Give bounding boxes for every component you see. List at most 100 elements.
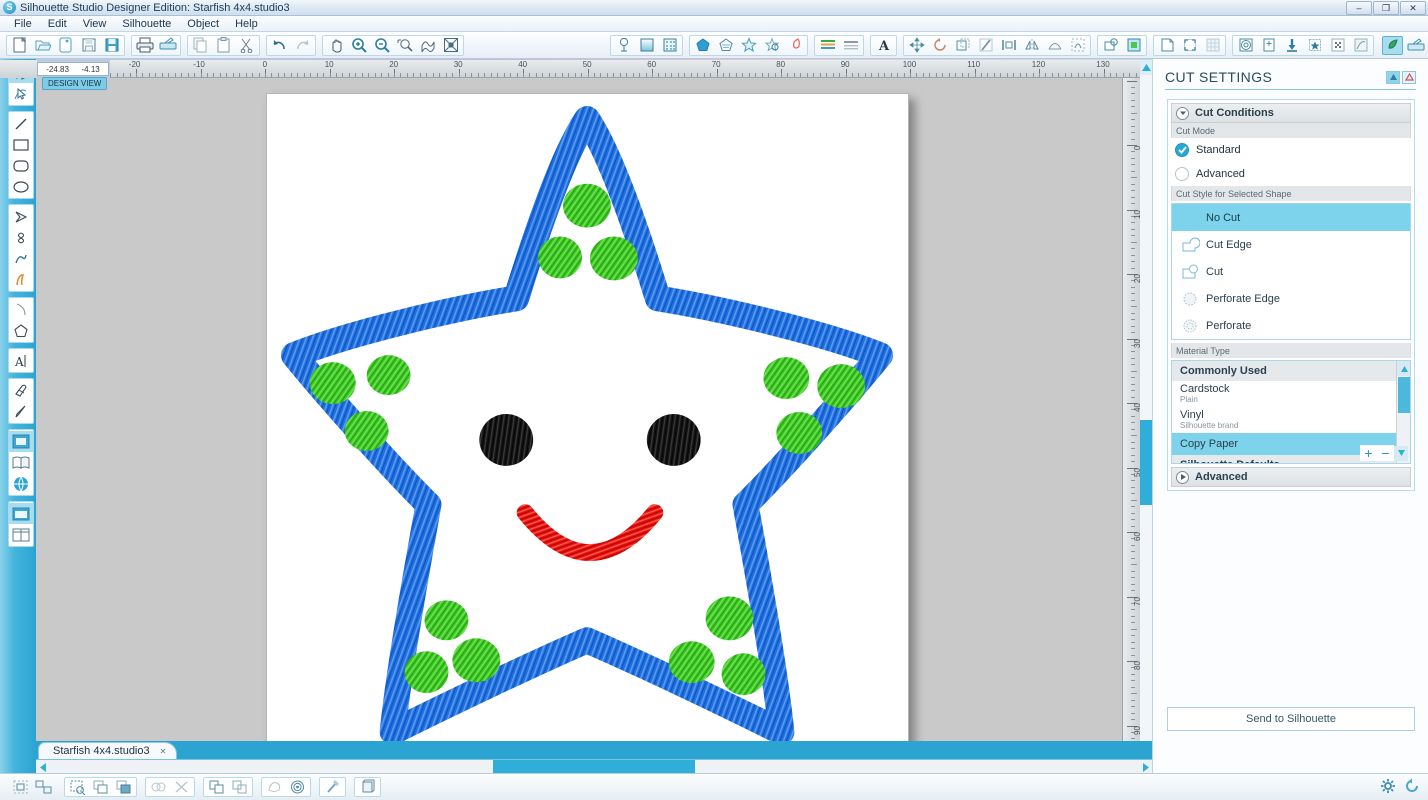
warning-triangle-icon[interactable] xyxy=(1402,70,1416,84)
send-backward-button[interactable] xyxy=(90,778,111,796)
fill-pattern-button[interactable] xyxy=(738,36,759,55)
design-view-button[interactable] xyxy=(9,503,33,524)
document-tab[interactable]: Starfish 4x4.studio3 ✕ xyxy=(38,742,178,759)
select-all-button[interactable] xyxy=(67,778,88,796)
eraser-tool[interactable] xyxy=(9,380,33,401)
store-button[interactable] xyxy=(1304,36,1325,55)
hscroll-right-arrow[interactable] xyxy=(1138,760,1152,774)
rhinestone-button[interactable] xyxy=(1327,36,1348,55)
scale-button[interactable] xyxy=(952,36,973,55)
rectangle-tool[interactable] xyxy=(9,134,33,155)
material-scroll-thumb[interactable] xyxy=(1398,377,1410,413)
material-scroll-down[interactable] xyxy=(1394,445,1408,461)
horizontal-ruler[interactable]: -20 -10 0 10 20 30 40 50 60 70 80 90 100 110 120 130 xyxy=(110,60,1140,78)
cut-style-cut[interactable]: Cut xyxy=(1172,258,1410,285)
material-vinyl[interactable]: Vinyl Silhouette brand xyxy=(1172,407,1410,433)
mirror-button[interactable] xyxy=(1021,36,1042,55)
design-page[interactable] xyxy=(266,93,909,745)
registration-marks-button[interactable] xyxy=(1179,36,1200,55)
zoom-selection-button[interactable] xyxy=(394,36,415,55)
line-spacing-button[interactable] xyxy=(840,36,861,55)
weld-button[interactable] xyxy=(148,778,169,796)
page-tool-button[interactable] xyxy=(1156,36,1177,55)
send-panel-button[interactable] xyxy=(1405,36,1426,55)
intersect-button[interactable] xyxy=(229,778,250,796)
menu-help[interactable]: Help xyxy=(227,17,266,31)
minimize-button[interactable]: – xyxy=(1346,0,1372,15)
material-type-list[interactable]: Commonly Used Cardstock Plain Vinyl Silh… xyxy=(1171,360,1411,464)
design-page-button[interactable] xyxy=(9,431,33,452)
fill-gradient-button[interactable] xyxy=(715,36,736,55)
triangle-up-icon[interactable] xyxy=(1386,70,1400,84)
menu-view[interactable]: View xyxy=(75,17,115,31)
zoom-in-button[interactable] xyxy=(348,36,369,55)
new-document-button[interactable] xyxy=(9,36,30,55)
detach-x-button[interactable] xyxy=(171,778,192,796)
paste-button[interactable] xyxy=(213,36,234,55)
ungroup-button[interactable] xyxy=(33,778,54,796)
cut-style-perforate[interactable]: Perforate xyxy=(1172,312,1410,339)
design-canvas[interactable] xyxy=(36,78,1122,760)
knife-tool[interactable] xyxy=(9,401,33,422)
print-bleed-button[interactable] xyxy=(1123,36,1144,55)
menu-file[interactable]: File xyxy=(6,17,40,31)
subtract-button[interactable] xyxy=(206,778,227,796)
concentric-button[interactable] xyxy=(287,778,308,796)
cut-button[interactable] xyxy=(236,36,257,55)
rotate-button[interactable] xyxy=(929,36,950,55)
open-document-button[interactable] xyxy=(32,36,53,55)
menu-silhouette[interactable]: Silhouette xyxy=(114,17,179,31)
remove-material-button[interactable]: − xyxy=(1377,445,1394,461)
vertical-ruler[interactable]: 0 10 20 30 40 50 60 70 80 90 xyxy=(1122,78,1140,760)
cut-mode-advanced[interactable]: Advanced xyxy=(1171,162,1411,186)
starfish-design-artwork[interactable] xyxy=(267,94,908,744)
cut-style-no-cut[interactable]: No Cut xyxy=(1172,204,1410,231)
split-view-button[interactable] xyxy=(9,524,33,545)
edit-points-tool[interactable] xyxy=(9,83,33,104)
open-from-library-button[interactable] xyxy=(55,36,76,55)
cut-settings-button[interactable] xyxy=(1100,36,1121,55)
trace-wand-button[interactable] xyxy=(322,778,343,796)
maximize-button[interactable]: ❐ xyxy=(1373,0,1399,15)
hscroll-track[interactable] xyxy=(50,760,1138,774)
group-button[interactable] xyxy=(10,778,31,796)
regular-polygon-tool[interactable] xyxy=(9,320,33,341)
pan-tool-button[interactable] xyxy=(325,36,346,55)
library-button[interactable] xyxy=(9,452,33,473)
cut-conditions-header[interactable]: Cut Conditions xyxy=(1171,103,1411,123)
cut-style-cut-edge[interactable]: Cut Edge xyxy=(1172,231,1410,258)
copy-button[interactable] xyxy=(190,36,211,55)
my-library-button[interactable] xyxy=(1258,36,1279,55)
line-thickness-button[interactable] xyxy=(817,36,838,55)
material-cardstock[interactable]: Cardstock Plain xyxy=(1172,381,1410,407)
material-scroll-up[interactable] xyxy=(1397,361,1410,376)
arc-tool[interactable] xyxy=(9,299,33,320)
zoom-out-button[interactable] xyxy=(371,36,392,55)
pattern-panel-button[interactable] xyxy=(659,36,680,55)
store-download-button[interactable] xyxy=(1281,36,1302,55)
menu-edit[interactable]: Edit xyxy=(40,17,75,31)
store-globe-button[interactable] xyxy=(9,473,33,494)
align-button[interactable] xyxy=(998,36,1019,55)
offset-button[interactable] xyxy=(264,778,285,796)
rounded-rectangle-tool[interactable] xyxy=(9,155,33,176)
print-button[interactable] xyxy=(134,36,155,55)
freehand-tool[interactable] xyxy=(9,248,33,269)
text-tool[interactable]: A xyxy=(9,350,33,371)
canvas-hscrollbar[interactable] xyxy=(36,759,1152,774)
hscroll-left-arrow[interactable] xyxy=(36,760,50,774)
line-tool[interactable] xyxy=(9,113,33,134)
redo-button[interactable] xyxy=(292,36,313,55)
gradient-panel-button[interactable] xyxy=(636,36,657,55)
add-material-button[interactable]: + xyxy=(1360,445,1377,461)
cut-mode-standard[interactable]: Standard xyxy=(1171,138,1411,162)
curve-tool[interactable] xyxy=(9,227,33,248)
shear-button[interactable] xyxy=(975,36,996,55)
menu-object[interactable]: Object xyxy=(179,17,227,31)
save-as-button[interactable] xyxy=(101,36,122,55)
ellipse-tool[interactable] xyxy=(9,176,33,197)
hscroll-thumb[interactable] xyxy=(493,760,695,774)
distort-button[interactable] xyxy=(1044,36,1065,55)
design-library-button[interactable] xyxy=(1235,36,1256,55)
move-button[interactable] xyxy=(906,36,927,55)
